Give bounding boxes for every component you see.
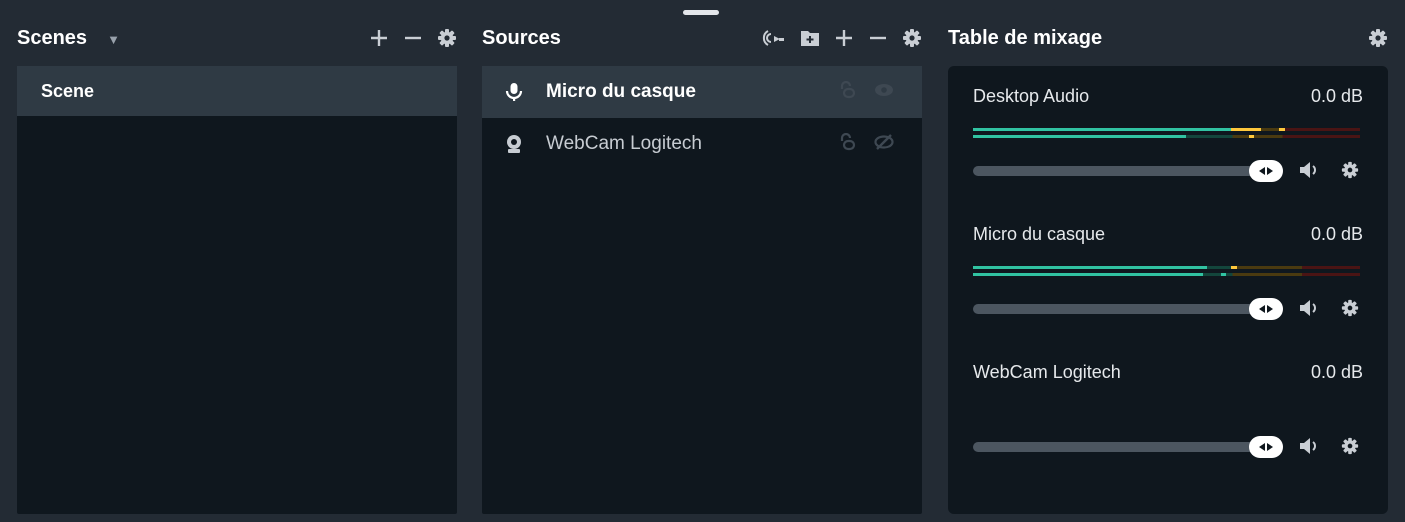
volume-slider-handle[interactable]	[1249, 298, 1283, 320]
mixer-channel-webcam-logitech: WebCam Logitech 0.0 dB	[973, 362, 1363, 458]
channel-settings-gear-icon[interactable]	[1341, 299, 1359, 322]
scenes-list: Scene	[17, 66, 457, 514]
webcam-icon	[504, 134, 524, 154]
mixer-channel-micro-du-casque: Micro du casque 0.0 dB	[973, 224, 1363, 320]
sources-header: Sources	[482, 18, 922, 58]
scenes-header: Scenes ▼	[17, 18, 457, 58]
source-item-micro[interactable]: Micro du casque	[482, 66, 922, 118]
audio-mixer-panel: Table de mixage Desktop Audio 0.0 dB Mic…	[948, 0, 1388, 522]
sources-title: Sources	[482, 26, 561, 49]
source-item-label: WebCam Logitech	[546, 133, 702, 154]
volume-slider-handle[interactable]	[1249, 436, 1283, 458]
scenes-dropdown-caret-icon[interactable]: ▼	[107, 32, 120, 47]
visibility-eye-icon[interactable]	[874, 83, 894, 102]
add-scene-icon[interactable]	[369, 28, 389, 48]
source-settings-gear-icon[interactable]	[902, 28, 922, 48]
source-item-webcam[interactable]: WebCam Logitech	[482, 118, 922, 170]
source-item-label: Micro du casque	[546, 81, 696, 102]
volume-meter	[973, 128, 1360, 138]
scenes-panel: Scenes ▼ Scene	[17, 0, 457, 522]
sources-list: Micro du casque WebCam Logitech	[482, 66, 922, 514]
scene-item-label: Scene	[41, 80, 95, 101]
channel-name: WebCam Logitech	[973, 362, 1121, 382]
volume-meter	[973, 266, 1360, 276]
mixer-title: Table de mixage	[948, 26, 1103, 49]
add-source-icon[interactable]	[834, 28, 854, 48]
speaker-mute-icon[interactable]	[1298, 160, 1320, 185]
microphone-icon	[504, 82, 524, 102]
mixer-settings-gear-icon[interactable]	[1368, 28, 1388, 48]
channel-db-value: 0.0 dB	[1310, 86, 1363, 106]
hidden-eye-slash-icon[interactable]	[874, 133, 894, 155]
channel-db-value: 0.0 dB	[1310, 224, 1363, 244]
unlock-icon[interactable]	[838, 80, 856, 104]
volume-slider[interactable]	[973, 158, 1360, 184]
channel-settings-gear-icon[interactable]	[1341, 161, 1359, 184]
scene-item[interactable]: Scene	[17, 66, 457, 116]
mixer-channel-desktop-audio: Desktop Audio 0.0 dB	[973, 86, 1363, 182]
channel-name: Micro du casque	[973, 224, 1106, 244]
volume-slider[interactable]	[973, 434, 1360, 460]
channel-settings-gear-icon[interactable]	[1341, 437, 1359, 460]
remove-source-icon[interactable]	[868, 28, 888, 48]
scenes-title: Scenes	[17, 26, 88, 49]
unlock-icon[interactable]	[838, 132, 856, 156]
speaker-mute-icon[interactable]	[1298, 436, 1320, 461]
volume-slider[interactable]	[973, 296, 1360, 322]
broadcast-source-icon[interactable]	[762, 28, 786, 48]
remove-scene-icon[interactable]	[403, 28, 423, 48]
channel-db-value: 0.0 dB	[1310, 362, 1363, 382]
sources-panel: Sources Micro du casque WebCam Logitech	[482, 0, 922, 522]
volume-slider-handle[interactable]	[1249, 160, 1283, 182]
scene-settings-gear-icon[interactable]	[437, 28, 457, 48]
mixer-header: Table de mixage	[948, 18, 1388, 58]
speaker-mute-icon[interactable]	[1298, 298, 1320, 323]
channel-name: Desktop Audio	[973, 86, 1090, 106]
add-folder-icon[interactable]	[800, 29, 820, 47]
mixer-channels: Desktop Audio 0.0 dB Micro du casque 0.0…	[948, 66, 1388, 514]
